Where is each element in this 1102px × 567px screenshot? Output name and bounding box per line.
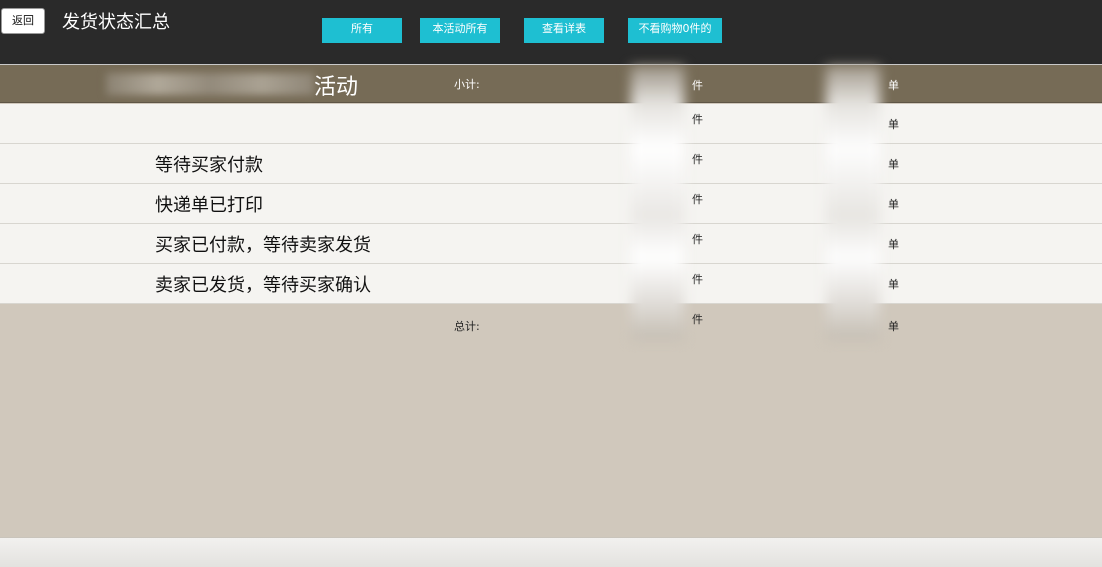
status-row: 买家已付款，等待卖家发货 件 单 [0,224,1102,264]
qty-unit: 件 [692,79,703,92]
filter-all-button[interactable]: 所有 [322,18,402,43]
footer-bar [0,537,1102,567]
qty-unit: 件 [692,233,703,246]
filter-activity-all-button[interactable]: 本活动所有 [420,18,500,43]
order-unit: 单 [888,158,899,171]
qty-unit: 件 [692,153,703,166]
total-label: 总计: [454,320,480,333]
order-unit: 单 [888,198,899,211]
status-row: 件 单 [0,104,1102,144]
activity-name-redacted [106,73,314,95]
status-row: 快递单已打印 件 单 [0,184,1102,224]
hide-zero-items-button[interactable]: 不看购物0件的 [628,18,722,43]
status-label: 卖家已发货，等待买家确认 [155,275,371,296]
status-label: 快递单已打印 [155,195,263,216]
view-detail-table-button[interactable]: 查看详表 [524,18,604,43]
order-unit: 单 [888,278,899,291]
order-unit: 单 [888,79,899,92]
subtotal-label: 小计: [454,78,480,91]
status-row: 卖家已发货，等待买家确认 件 单 [0,264,1102,304]
order-unit: 单 [888,118,899,131]
activity-name-suffix: 活动 [314,75,359,100]
status-label: 买家已付款，等待卖家发货 [155,235,371,256]
page-title: 发货状态汇总 [62,12,170,33]
total-order-unit: 单 [888,320,899,333]
qty-unit: 件 [692,193,703,206]
activity-summary-row: 活动 小计: 件 单 [0,65,1102,103]
qty-unit: 件 [692,273,703,286]
status-label: 等待买家付款 [155,155,263,176]
back-button[interactable]: 返回 [1,8,45,34]
total-qty-unit: 件 [692,313,703,326]
order-unit: 单 [888,238,899,251]
status-row: 等待买家付款 件 单 [0,144,1102,184]
top-bar: 返回 发货状态汇总 所有 本活动所有 查看详表 不看购物0件的 [0,0,1102,64]
qty-unit: 件 [692,113,703,126]
